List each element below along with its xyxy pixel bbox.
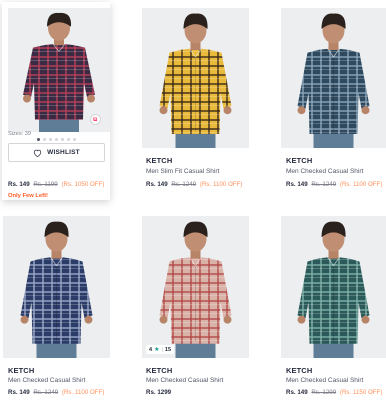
wishlist-label: WISHLIST <box>47 149 80 156</box>
brand-name: KETCH <box>286 156 313 165</box>
product-image[interactable] <box>142 8 249 148</box>
discount: (Rs. 1050 OFF) <box>61 181 105 188</box>
current-price: Rs. 149 <box>146 181 168 188</box>
product-name: Men Checked Casual Shirt <box>8 377 86 384</box>
image-carousel-dots[interactable] <box>37 138 76 141</box>
product-image[interactable] <box>3 216 110 358</box>
price-row: Rs. 149 Rs. 1249 (Rs. 1100 OFF) <box>8 389 104 396</box>
similar-products-icon[interactable] <box>90 114 101 125</box>
product-name: Men Checked Casual Shirt <box>146 377 224 384</box>
sizes-text: Sizes: 39 <box>8 131 32 137</box>
star-icon: ★ <box>154 347 160 353</box>
shirt-illustration <box>281 216 386 358</box>
discount: (Rs. 1150 OFF) <box>339 389 383 396</box>
wishlist-button[interactable]: WISHLIST <box>8 143 105 162</box>
brand-name: KETCH <box>146 366 173 375</box>
product-image[interactable] <box>142 216 249 358</box>
original-price: Rs. 1249 <box>171 181 197 188</box>
current-price: Rs. 149 <box>8 389 30 396</box>
heart-icon <box>34 149 42 157</box>
rating-badge: 4 ★ | 15 <box>146 345 175 354</box>
rating-value: 4 <box>149 346 153 353</box>
current-price: Rs. 1299 <box>146 389 172 396</box>
original-price: Rs. 1199 <box>33 181 58 188</box>
product-image[interactable] <box>281 8 386 148</box>
shirt-illustration <box>3 216 110 358</box>
product-name: Men Slim Fit Casual Shirt <box>146 168 220 175</box>
product-name: Men Checked Casual Shirt <box>286 377 364 384</box>
price-row: Rs. 149 Rs. 1249 (Rs. 1100 OFF) <box>286 181 382 188</box>
original-price: Rs. 1249 <box>33 389 59 396</box>
rating-count: 15 <box>164 346 172 353</box>
brand-name: KETCH <box>146 156 173 165</box>
discount: (Rs. 1100 OFF) <box>339 181 383 188</box>
current-price: Rs. 149 <box>8 181 30 188</box>
product-image[interactable] <box>281 216 386 358</box>
discount: (Rs. 1100 OFF) <box>199 181 243 188</box>
original-price: Rs. 1299 <box>311 389 337 396</box>
rating-divider: | <box>161 346 163 353</box>
price-row: Rs. 149 Rs. 1199 (Rs. 1050 OFF) <box>8 181 104 188</box>
price-row: Rs. 1299 <box>146 389 171 396</box>
price-row: Rs. 149 Rs. 1249 (Rs. 1100 OFF) <box>146 181 242 188</box>
current-price: Rs. 149 <box>286 181 308 188</box>
product-name: Men Checked Casual Shirt <box>286 168 364 175</box>
shirt-illustration <box>142 216 249 358</box>
price-row: Rs. 149 Rs. 1299 (Rs. 1150 OFF) <box>286 389 382 396</box>
discount: (Rs. 1100 OFF) <box>61 389 105 396</box>
shirt-illustration <box>142 8 249 148</box>
original-price: Rs. 1249 <box>311 181 337 188</box>
brand-name: KETCH <box>8 366 35 375</box>
few-left-badge: Only Few Left! <box>8 193 48 199</box>
brand-name: KETCH <box>286 366 313 375</box>
shirt-illustration <box>281 8 386 148</box>
current-price: Rs. 149 <box>286 389 308 396</box>
